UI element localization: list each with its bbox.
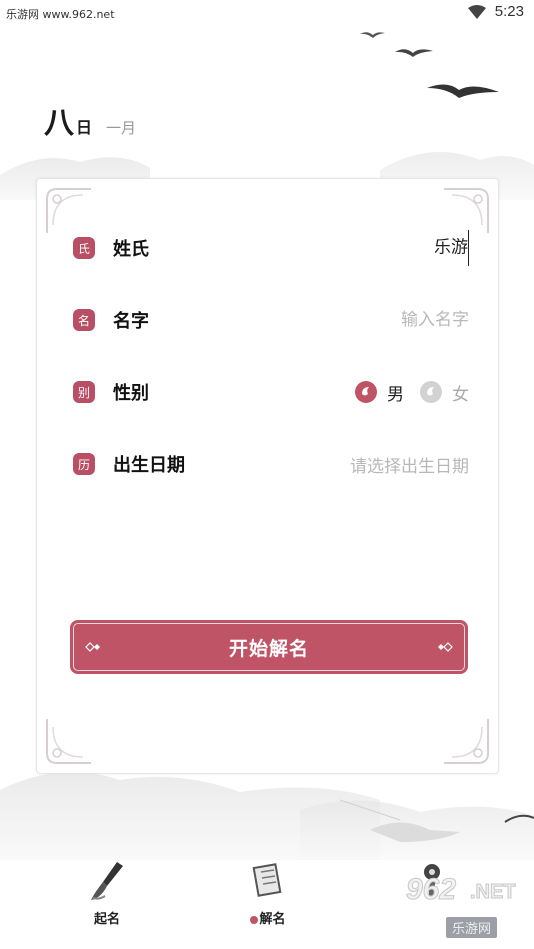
scroll-icon bbox=[252, 863, 282, 897]
gender-row: 别 性别 男 女 bbox=[73, 372, 469, 412]
date-day-small: 日 bbox=[76, 118, 93, 137]
diamond-ornament-icon bbox=[438, 642, 453, 652]
watermark-text: 乐游网 www.962.net bbox=[6, 8, 115, 21]
status-bar: 乐游网 www.962.net 5:23 bbox=[0, 0, 534, 28]
gender-seal-icon: 别 bbox=[73, 381, 95, 403]
surname-value: 乐游 bbox=[434, 237, 468, 258]
start-analysis-button[interactable]: 开始解名 bbox=[70, 620, 468, 674]
watermark-suffix: .NET bbox=[470, 881, 517, 904]
given-name-seal-icon: 名 bbox=[73, 309, 95, 331]
nav-item-interpret[interactable]: 解名 bbox=[228, 858, 308, 927]
gender-radio-group: 男 女 bbox=[353, 379, 469, 405]
gender-female-label: 女 bbox=[452, 384, 469, 405]
gender-option-male[interactable]: 男 bbox=[353, 379, 404, 405]
watermark-logo: 962 bbox=[405, 873, 457, 907]
site-watermark: 962 .NET 乐游网 bbox=[405, 873, 526, 943]
wifi-icon bbox=[467, 4, 486, 19]
status-time: 5:23 bbox=[494, 3, 524, 20]
birth-date-row[interactable]: 历 出生日期 请选择出生日期 bbox=[73, 444, 469, 484]
name-form-card: 氏 姓氏 乐游 名 名字 别 性别 男 bbox=[36, 178, 499, 774]
gender-male-label: 男 bbox=[387, 384, 404, 405]
given-name-input[interactable] bbox=[289, 310, 469, 330]
birth-date-label: 出生日期 bbox=[113, 455, 185, 476]
birth-date-seal-icon: 历 bbox=[73, 453, 95, 475]
birds-illustration bbox=[360, 32, 499, 98]
corner-ornament-icon bbox=[46, 719, 91, 764]
active-indicator bbox=[250, 915, 259, 924]
birth-date-picker[interactable]: 请选择出生日期 bbox=[350, 452, 469, 477]
watermark-sub: 乐游网 bbox=[446, 917, 498, 938]
diamond-ornament-icon bbox=[85, 642, 100, 652]
corner-ornament-icon bbox=[444, 719, 489, 764]
gender-label: 性别 bbox=[113, 383, 149, 404]
surname-label: 姓氏 bbox=[113, 239, 149, 260]
nav-item-naming[interactable]: 起名 bbox=[67, 858, 147, 927]
radio-selected-icon bbox=[355, 381, 377, 403]
date-month: 一月 bbox=[106, 119, 137, 137]
text-cursor bbox=[468, 230, 469, 266]
date-day-big: 八 bbox=[44, 106, 74, 141]
brush-icon bbox=[91, 862, 123, 900]
given-name-label: 名字 bbox=[113, 311, 149, 332]
nav-label-naming: 起名 bbox=[93, 912, 120, 927]
surname-row: 氏 姓氏 乐游 bbox=[73, 228, 469, 268]
date-header: 八 日 一月 bbox=[44, 98, 136, 142]
surname-seal-icon: 氏 bbox=[73, 237, 95, 259]
given-name-row: 名 名字 bbox=[73, 300, 469, 340]
nav-label-interpret: 解名 bbox=[250, 908, 286, 927]
gender-option-female[interactable]: 女 bbox=[418, 379, 469, 405]
surname-input[interactable]: 乐游 bbox=[434, 230, 469, 266]
radio-unselected-icon bbox=[420, 381, 442, 403]
start-button-label: 开始解名 bbox=[228, 637, 309, 660]
